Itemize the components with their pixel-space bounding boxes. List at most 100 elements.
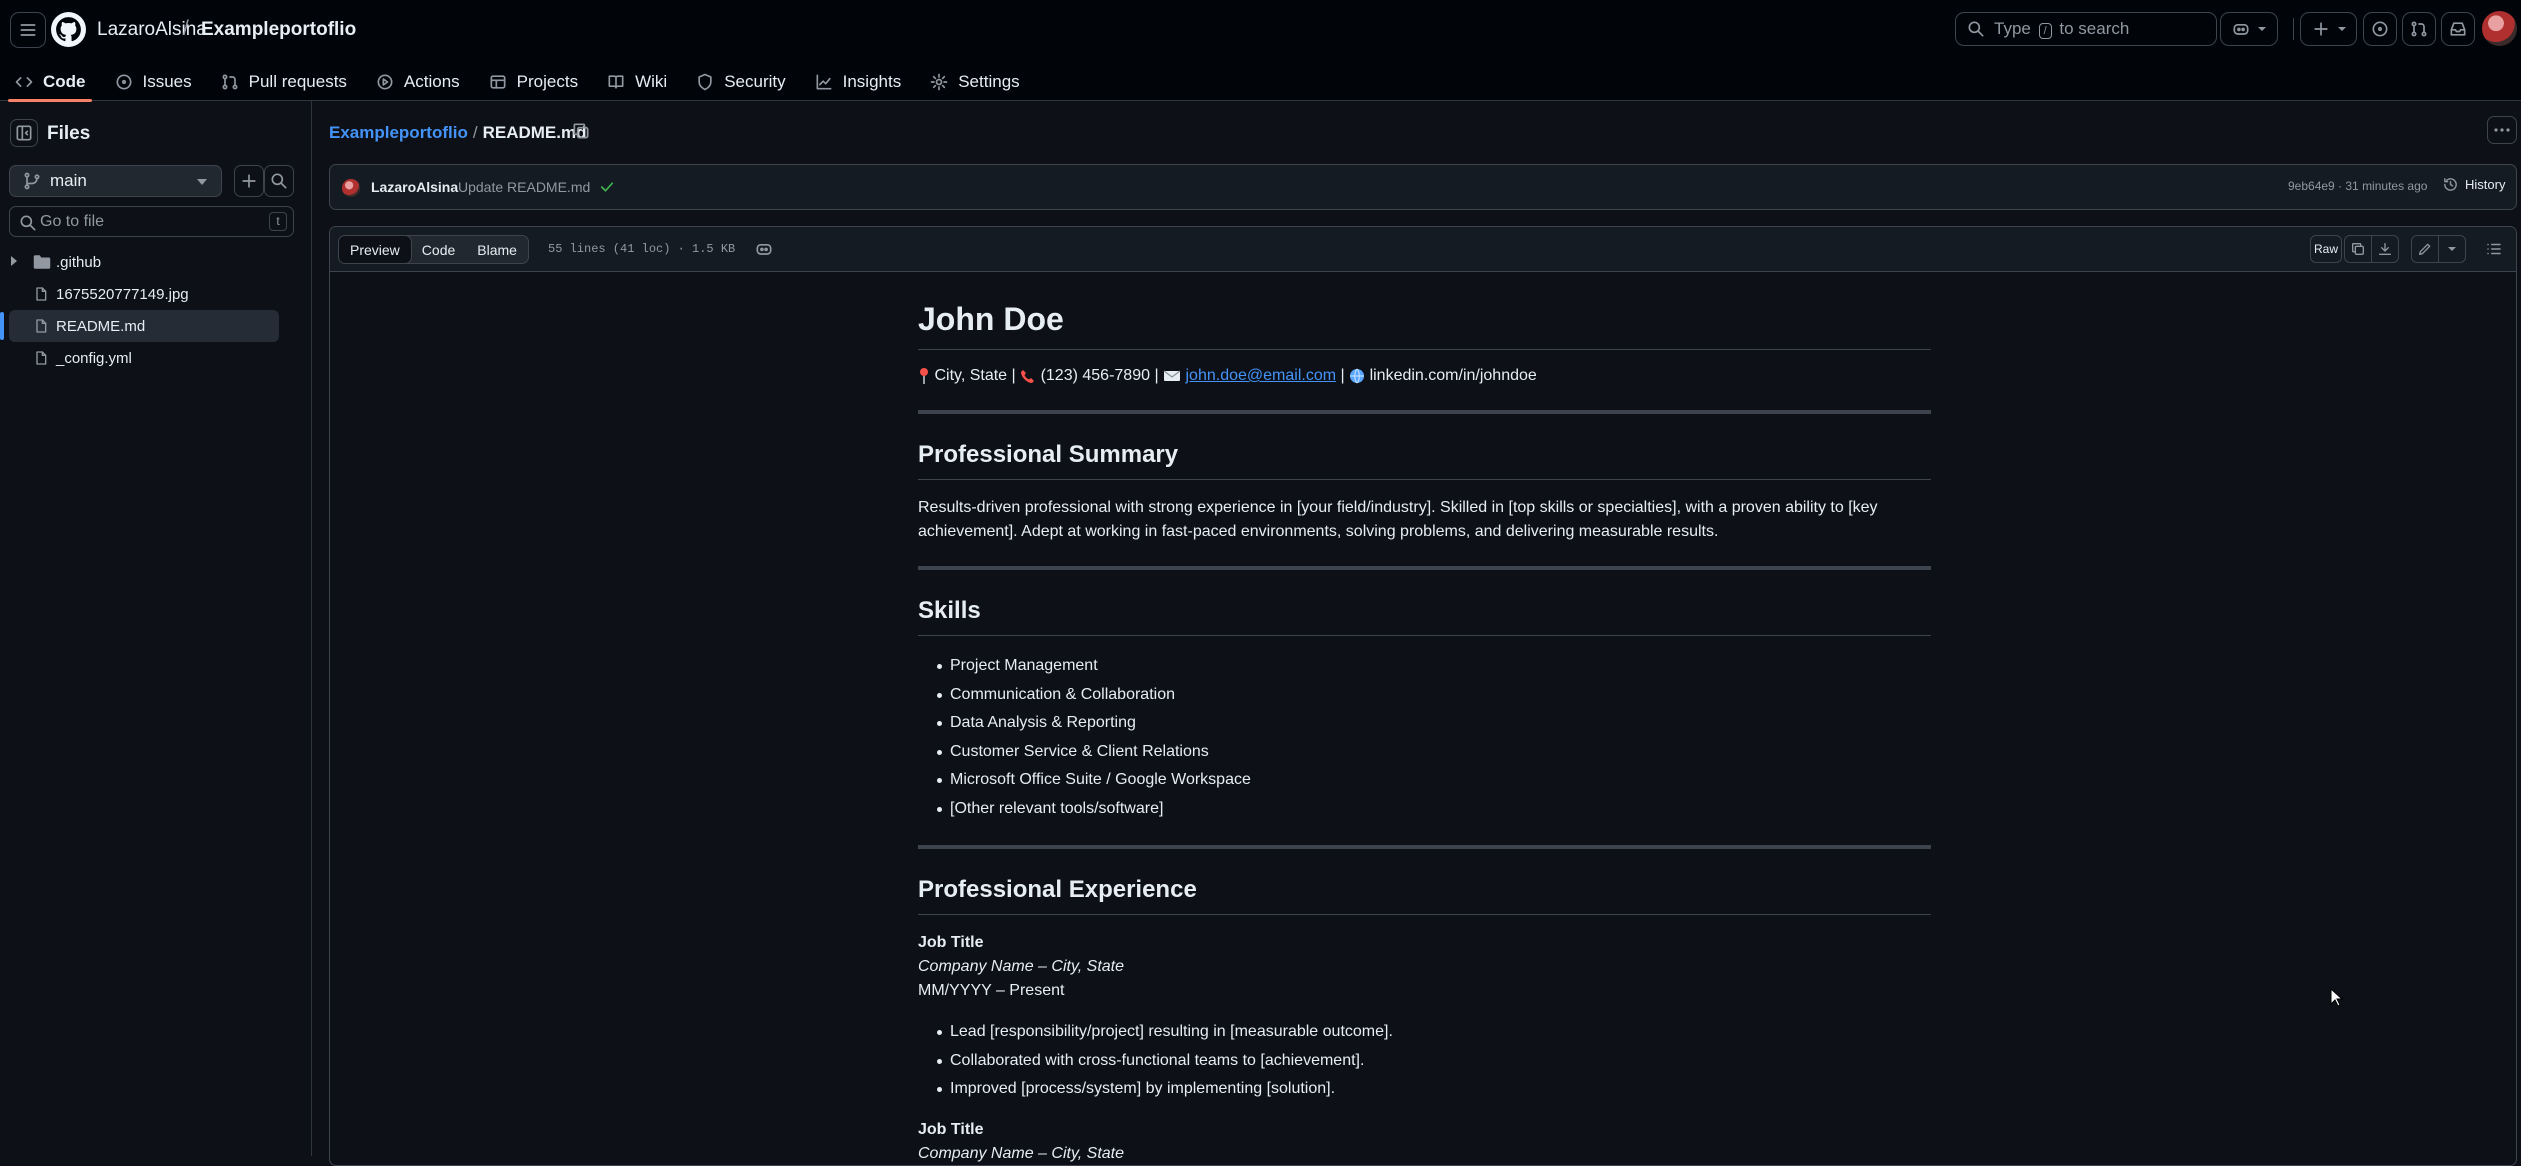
owner-link[interactable]: LazaroAlsina (97, 19, 207, 41)
caret-down-icon (197, 179, 207, 185)
breadcrumb-separator: / (472, 123, 478, 142)
list-item: Collaborated with cross-functional teams… (937, 1047, 1931, 1076)
tab-label: Issues (142, 72, 192, 91)
repo-link[interactable]: Exampleportoflio (201, 19, 356, 41)
chevron-down-icon (2337, 27, 2346, 31)
collapse-sidebar-button[interactable] (10, 119, 38, 147)
chevron-down-icon (2448, 247, 2456, 251)
list-item: Improved [process/system] by implementin… (937, 1075, 1931, 1104)
tab-label: Security (724, 72, 786, 91)
commit-author-link[interactable]: LazaroAlsina (371, 179, 458, 195)
history-button[interactable]: History (2442, 176, 2505, 193)
commit-message-link[interactable]: Update README.md (458, 179, 590, 195)
header-divider (2293, 18, 2294, 40)
file-tree: .github 1675520777149.jpg README.md _con… (0, 246, 312, 374)
tab-code[interactable]: Code (0, 63, 100, 102)
tree-item-jpg-file[interactable]: 1675520777149.jpg (0, 278, 312, 310)
tab-label: Wiki (635, 72, 668, 91)
email-link[interactable]: john.doe@email.com (1186, 367, 1337, 384)
edit-options-button[interactable] (2438, 235, 2466, 263)
readme-name-heading: John Doe (918, 299, 1931, 350)
more-options-button[interactable] (2487, 116, 2517, 144)
your-pull-requests-button[interactable] (2402, 12, 2436, 46)
tab-actions[interactable]: Actions (361, 63, 474, 101)
tab-wiki[interactable]: Wiki (592, 63, 681, 101)
branch-selector[interactable]: main (9, 165, 222, 197)
copy-raw-button[interactable] (2344, 235, 2372, 263)
tab-settings[interactable]: Settings (915, 63, 1033, 101)
tab-security[interactable]: Security (681, 63, 799, 101)
chevron-down-icon (2258, 27, 2266, 31)
folder-icon (33, 255, 51, 269)
go-to-file-placeholder: Go to file (40, 212, 105, 230)
commit-author-avatar[interactable] (342, 179, 360, 197)
repo-nav-tabs: Code Issues Pull requests Actions Projec… (0, 63, 1034, 102)
tab-label: Insights (842, 72, 902, 91)
code-view-tab[interactable]: Code (411, 236, 466, 263)
contact-phone: (123) 456-7890 | (1040, 367, 1159, 384)
job-company: Company Name – City, State (918, 1144, 1125, 1162)
user-avatar[interactable] (2482, 11, 2517, 46)
plus-icon (242, 174, 256, 188)
your-issues-button[interactable] (2363, 12, 2397, 46)
raw-button[interactable]: Raw (2310, 235, 2342, 263)
readme-content: John Doe City, State | (123) 456-7890 | … (918, 299, 1931, 1166)
files-title: Files (47, 123, 91, 144)
section-divider (918, 845, 1931, 849)
commit-sha-and-time[interactable]: 9eb64e9 · 31 minutes ago (2288, 179, 2427, 193)
code-icon (15, 77, 33, 87)
sidebar-collapse-icon (16, 125, 32, 141)
file-icon (36, 319, 47, 333)
tab-insights[interactable]: Insights (800, 63, 916, 101)
breadcrumb-separator: / (183, 17, 189, 40)
copy-path-icon[interactable] (571, 121, 591, 141)
history-label: History (2465, 177, 2506, 192)
create-new-button[interactable] (2300, 12, 2357, 46)
breadcrumb-repo-link[interactable]: Exampleportoflio (329, 123, 468, 142)
file-breadcrumb: Exampleportoflio / README.md (329, 123, 587, 143)
notifications-button[interactable] (2441, 12, 2475, 46)
global-search-input[interactable]: Type / to search (1955, 12, 2217, 46)
contact-line: City, State | (123) 456-7890 | john.doe@… (918, 364, 1931, 388)
globe-icon (1350, 368, 1365, 384)
search-icon (20, 215, 36, 231)
hamburger-menu-button[interactable] (10, 12, 46, 48)
github-logo-icon[interactable] (51, 12, 86, 47)
download-button[interactable] (2371, 235, 2399, 263)
plus-icon (2313, 22, 2328, 36)
file-viewer: Preview Code Blame 55 lines (41 loc) · 1… (329, 226, 2517, 1166)
contact-separator: | (1340, 367, 1345, 384)
tree-item-github-folder[interactable]: .github (0, 246, 312, 278)
tree-item-config-file[interactable]: _config.yml (0, 342, 312, 374)
add-file-button[interactable] (234, 165, 264, 197)
list-item: Lead [responsibility/project] resulting … (937, 1018, 1931, 1047)
job-company: Company Name – City, State (918, 958, 1125, 975)
tree-item-label: _config.yml (56, 350, 132, 367)
tab-label: Projects (516, 72, 579, 91)
tab-pull-requests[interactable]: Pull requests (206, 63, 361, 101)
latest-commit-bar: LazaroAlsina Update README.md 9eb64e9 · … (329, 164, 2517, 210)
list-item: Data Analysis & Reporting (937, 709, 1931, 738)
tab-label: Settings (958, 72, 1020, 91)
play-icon (377, 74, 393, 90)
tab-projects[interactable]: Projects (474, 63, 592, 101)
file-toolbar: Preview Code Blame 55 lines (41 loc) · 1… (330, 227, 2516, 272)
tab-label: Code (43, 72, 86, 91)
copilot-button[interactable] (2220, 12, 2278, 46)
tree-item-readme-file[interactable]: README.md (0, 310, 279, 342)
history-icon (2444, 178, 2457, 191)
search-files-button[interactable] (264, 165, 294, 197)
copilot-icon[interactable] (754, 239, 774, 259)
check-icon[interactable] (598, 178, 616, 196)
tab-label: Actions (403, 72, 460, 91)
tree-item-label: README.md (56, 318, 146, 335)
edit-file-button[interactable] (2411, 235, 2439, 263)
blame-tab[interactable]: Blame (466, 236, 528, 263)
global-header: LazaroAlsina / Exampleportoflio Type / t… (0, 0, 2521, 102)
list-item: Project Management (937, 652, 1931, 681)
tab-issues[interactable]: Issues (100, 63, 206, 101)
go-to-file-input[interactable]: Go to file t (9, 206, 294, 237)
preview-tab[interactable]: Preview (338, 236, 412, 263)
chevron-right-icon[interactable] (11, 256, 17, 266)
outline-button[interactable] (2480, 235, 2508, 263)
